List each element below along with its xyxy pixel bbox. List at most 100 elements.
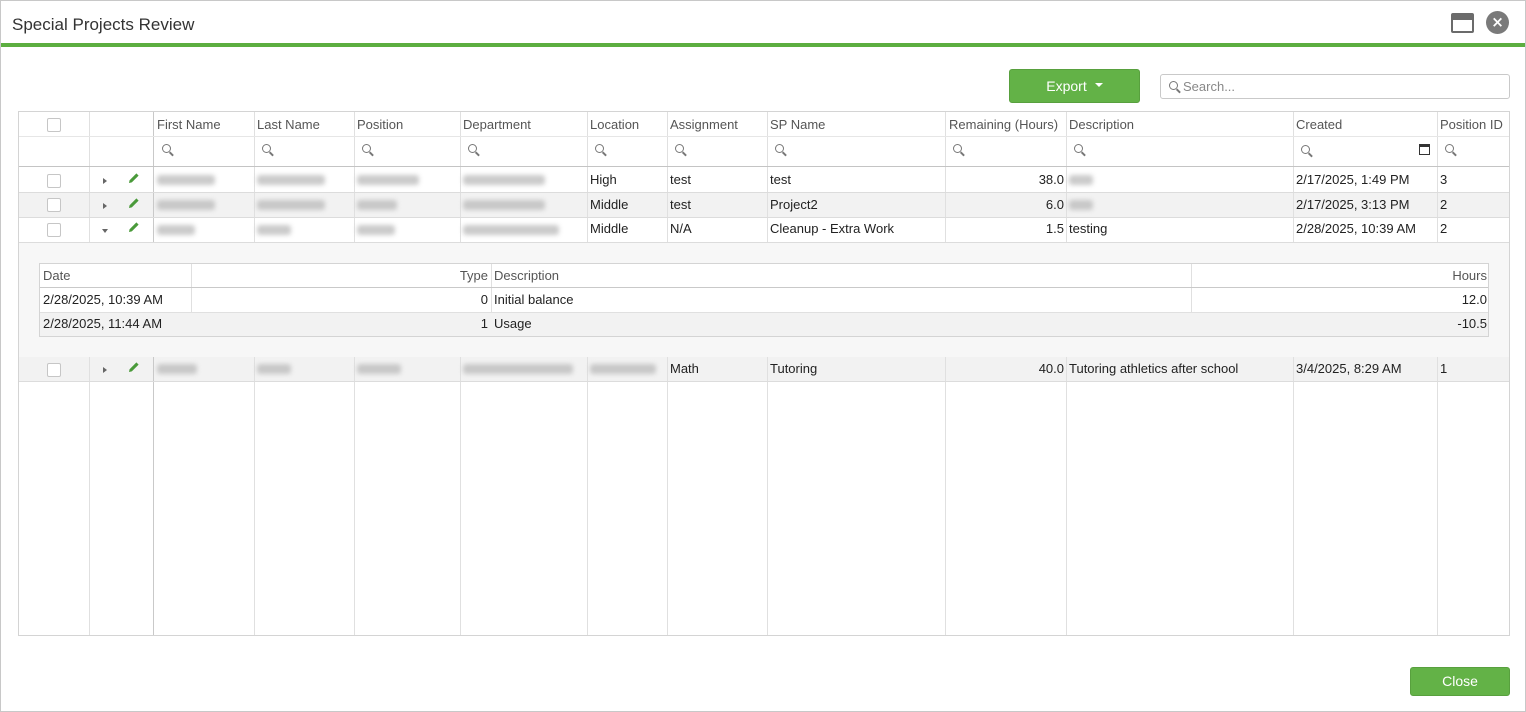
cell-sp-name: Project2 <box>770 197 818 212</box>
filter-description-icon[interactable] <box>1074 144 1083 153</box>
edit-pencil-icon[interactable] <box>128 361 140 373</box>
redacted-department <box>463 225 559 235</box>
filter-position-id-icon[interactable] <box>1445 144 1454 153</box>
column-header-assignment[interactable]: Assignment <box>670 117 738 132</box>
column-header-location[interactable]: Location <box>590 117 639 132</box>
history-header-description[interactable]: Description <box>494 268 559 283</box>
collapse-row-icon[interactable] <box>102 229 108 233</box>
cell-position-id: 2 <box>1440 221 1448 236</box>
chevron-down-icon <box>1094 83 1103 88</box>
calendar-icon[interactable] <box>1419 144 1430 155</box>
filter-position-icon[interactable] <box>362 144 371 153</box>
maximize-icon[interactable] <box>1451 13 1474 33</box>
cell-position-id: 3 <box>1440 172 1448 187</box>
history-cell-type: 1 <box>480 316 488 331</box>
redacted-first-name <box>157 225 195 235</box>
redacted-first-name <box>157 175 215 185</box>
redacted-position <box>357 175 419 185</box>
cell-created: 2/28/2025, 10:39 AM <box>1296 221 1416 236</box>
column-header-department[interactable]: Department <box>463 117 531 132</box>
redacted-description <box>1069 175 1093 185</box>
filter-first-name-icon[interactable] <box>162 144 171 153</box>
select-all-checkbox[interactable] <box>47 118 61 132</box>
filter-assignment-icon[interactable] <box>675 144 684 153</box>
special-projects-dialog: Special Projects Review × Export Search.… <box>0 0 1526 712</box>
column-header-description[interactable]: Description <box>1069 117 1134 132</box>
column-header-last-name[interactable]: Last Name <box>257 117 320 132</box>
cell-remaining: 40.0 <box>1038 361 1064 376</box>
row-checkbox[interactable] <box>47 198 61 212</box>
dialog-title: Special Projects Review <box>12 15 195 34</box>
cell-assignment: test <box>670 172 691 187</box>
cell-assignment: test <box>670 197 691 212</box>
cell-location: High <box>590 172 617 187</box>
history-cell-date: 2/28/2025, 11:44 AM <box>43 316 163 331</box>
cell-location: Middle <box>590 197 629 212</box>
filter-created-icon[interactable] <box>1301 145 1310 154</box>
history-cell-type: 0 <box>480 292 488 307</box>
history-cell-description: Initial balance <box>494 292 574 307</box>
edit-pencil-icon[interactable] <box>128 197 140 209</box>
cell-sp-name: Cleanup - Extra Work <box>770 221 895 236</box>
history-table: Date Type Description Hours 2/28/2025, 1… <box>39 263 1489 337</box>
redacted-position <box>357 364 401 374</box>
cell-created: 3/4/2025, 8:29 AM <box>1296 361 1402 376</box>
row-highlight <box>19 357 1509 381</box>
cell-sp-name: test <box>770 172 791 187</box>
redacted-department <box>463 364 573 374</box>
filter-remaining-icon[interactable] <box>953 144 962 153</box>
column-header-created[interactable]: Created <box>1296 117 1342 132</box>
cell-position-id: 2 <box>1440 197 1448 212</box>
column-header-position[interactable]: Position <box>357 117 403 132</box>
redacted-location <box>590 364 656 374</box>
redacted-first-name <box>157 200 215 210</box>
expand-row-icon[interactable] <box>103 203 107 209</box>
history-header-date[interactable]: Date <box>43 268 70 283</box>
cell-position-id: 1 <box>1440 361 1448 376</box>
cell-created: 2/17/2025, 1:49 PM <box>1296 172 1410 187</box>
redacted-last-name <box>257 200 325 210</box>
redacted-first-name <box>157 364 197 374</box>
redacted-last-name <box>257 175 325 185</box>
search-input[interactable] <box>1183 77 1503 96</box>
close-icon[interactable]: × <box>1486 11 1509 34</box>
edit-pencil-icon[interactable] <box>128 221 140 233</box>
filter-department-icon[interactable] <box>468 144 477 153</box>
expand-row-icon[interactable] <box>103 178 107 184</box>
filter-last-name-icon[interactable] <box>262 144 271 153</box>
column-header-remaining-hours[interactable]: Remaining (Hours) <box>949 117 1058 132</box>
cell-sp-name: Tutoring <box>770 361 818 376</box>
column-header-first-name[interactable]: First Name <box>157 117 221 132</box>
redacted-department <box>463 175 545 185</box>
cell-remaining: 1.5 <box>1045 221 1064 236</box>
row-checkbox[interactable] <box>47 174 61 188</box>
export-button[interactable]: Export <box>1009 69 1140 103</box>
filter-sp-name-icon[interactable] <box>775 144 784 153</box>
redacted-position <box>357 200 397 210</box>
filter-location-icon[interactable] <box>595 144 604 153</box>
cell-assignment: N/A <box>670 221 692 236</box>
row-checkbox[interactable] <box>47 223 61 237</box>
cell-description: testing <box>1069 221 1108 236</box>
cell-description: Tutoring athletics after school <box>1069 361 1239 376</box>
expand-row-icon[interactable] <box>103 367 107 373</box>
history-cell-description: Usage <box>494 316 532 331</box>
cell-remaining: 6.0 <box>1045 197 1064 212</box>
column-header-position-id[interactable]: Position ID <box>1440 117 1503 132</box>
redacted-position <box>357 225 395 235</box>
column-header-sp-name[interactable]: SP Name <box>770 117 825 132</box>
redacted-last-name <box>257 225 291 235</box>
search-box <box>1160 74 1510 99</box>
export-button-label: Export <box>1046 78 1087 94</box>
close-button[interactable]: Close <box>1410 667 1510 696</box>
row-detail-panel: Date Type Description Hours 2/28/2025, 1… <box>19 243 1509 357</box>
edit-pencil-icon[interactable] <box>128 172 140 184</box>
row-checkbox[interactable] <box>47 363 61 377</box>
history-cell-hours: 12.0 <box>1461 292 1487 307</box>
cell-assignment: Math <box>670 361 699 376</box>
cell-location: Middle <box>590 221 629 236</box>
history-cell-hours: -10.5 <box>1457 316 1487 331</box>
history-header-hours[interactable]: Hours <box>1192 268 1487 283</box>
row-highlight <box>19 193 1509 217</box>
history-header-type[interactable]: Type <box>192 268 488 283</box>
